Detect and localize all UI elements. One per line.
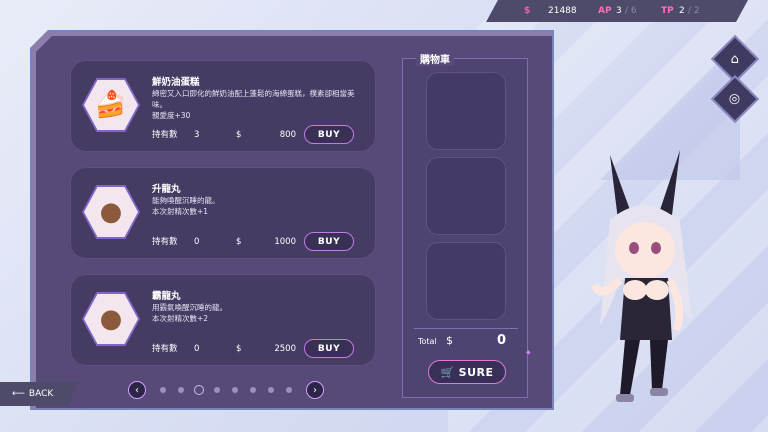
- qty-label: 持有數: [152, 344, 178, 354]
- buy-button[interactable]: BUY: [304, 125, 354, 144]
- pagination: ‹ ›: [128, 381, 328, 399]
- item-description: 綿密又入口即化的鮮奶油配上蓬鬆的海綿蛋糕，樸素卻相當美味。 親愛度+30: [152, 89, 355, 120]
- item-card: ● 升龍丸 能夠喚醒沉睡的龍。 本次射精次數+1 持有數 0 $ 1000 BU…: [70, 167, 376, 259]
- pill-icon: ●: [84, 187, 138, 237]
- qty-value: 0: [194, 237, 200, 247]
- item-name: 升龍丸: [152, 184, 181, 195]
- buy-button[interactable]: BUY: [304, 339, 354, 358]
- shop-icon: ⌂: [730, 51, 740, 67]
- buy-button[interactable]: BUY: [304, 232, 354, 251]
- next-page-button[interactable]: ›: [306, 381, 324, 399]
- page-dot[interactable]: [250, 387, 256, 393]
- prev-page-button[interactable]: ‹: [128, 381, 146, 399]
- ap-value: 3: [616, 6, 622, 16]
- divider: [414, 328, 518, 329]
- item-icon-frame: 🍰: [82, 78, 140, 132]
- chest-left: [623, 280, 647, 300]
- shoe-left: [616, 394, 634, 402]
- page-dot[interactable]: [178, 387, 184, 393]
- stats-bar: $ 21488 AP 3 / 6 TP 2 / 2: [486, 0, 748, 22]
- qty-value: 3: [194, 130, 200, 140]
- back-label: BACK: [28, 389, 54, 399]
- item-card: ● 霸龍丸 用霸氣喚醒沉睡的龍。 本次射精次數+2 持有數 0 $ 2500 B…: [70, 274, 376, 366]
- page-dot[interactable]: [214, 387, 220, 393]
- qty-label: 持有數: [152, 130, 178, 140]
- cart-slot[interactable]: [426, 157, 506, 235]
- leg-left: [620, 340, 640, 395]
- back-arrow-icon: ⟵: [12, 389, 25, 399]
- cart-slot[interactable]: [426, 72, 506, 150]
- ap-max: / 6: [625, 6, 637, 16]
- item-description: 能夠喚醒沉睡的龍。 本次射精次數+1: [152, 196, 220, 216]
- price-value: 800: [279, 130, 296, 140]
- character-illustration: [591, 150, 692, 402]
- total-dollar: $: [446, 334, 453, 347]
- shoe-right: [650, 388, 668, 396]
- cart-slot[interactable]: [426, 242, 506, 320]
- sure-label: SURE: [458, 365, 494, 379]
- page-dot-active[interactable]: [194, 385, 204, 395]
- sparkle-icon: ◆: [526, 349, 531, 356]
- eye-right: [651, 242, 661, 254]
- item-description: 用霸氣喚醒沉睡的龍。 本次射精次數+2: [152, 303, 227, 323]
- face: [615, 222, 675, 278]
- sure-button[interactable]: 🛒 SURE: [428, 360, 506, 384]
- tp-max: / 2: [688, 6, 700, 16]
- gallery-icon: ◎: [729, 91, 741, 107]
- eye-left: [629, 242, 639, 254]
- qty-label: 持有數: [152, 237, 178, 247]
- item-icon-frame: ●: [82, 185, 140, 239]
- bunny-ear-right: [660, 150, 680, 215]
- cart-icon: 🛒: [440, 365, 455, 379]
- cake-icon: 🍰: [84, 80, 138, 130]
- chest-right: [645, 280, 669, 300]
- qty-value: 0: [194, 344, 200, 354]
- ap-label: AP: [598, 6, 612, 16]
- tp-value: 2: [679, 6, 685, 16]
- money-icon: $: [524, 6, 531, 16]
- price-dollar: $: [236, 344, 242, 354]
- cart-title: 購物車: [416, 51, 454, 66]
- item-icon-frame: ●: [82, 292, 140, 346]
- price-value: 2500: [274, 344, 296, 354]
- item-name: 鮮奶油蛋糕: [152, 77, 200, 88]
- page-dot[interactable]: [286, 387, 292, 393]
- leg-right: [650, 340, 668, 390]
- price-value: 1000: [274, 237, 296, 247]
- page-dot[interactable]: [232, 387, 238, 393]
- tp-label: TP: [661, 6, 674, 16]
- price-dollar: $: [236, 130, 242, 140]
- back-button[interactable]: ⟵ BACK: [0, 382, 78, 406]
- page-dot[interactable]: [268, 387, 274, 393]
- page-dot[interactable]: [160, 387, 166, 393]
- total-label: Total: [418, 337, 437, 346]
- price-dollar: $: [236, 237, 242, 247]
- item-name: 霸龍丸: [152, 291, 181, 302]
- money-value: 21488: [548, 6, 577, 16]
- total-value: 0: [496, 333, 506, 348]
- item-card: 🍰 鮮奶油蛋糕 綿密又入口即化的鮮奶油配上蓬鬆的海綿蛋糕，樸素卻相當美味。 親愛…: [70, 60, 376, 152]
- pill-icon: ●: [84, 294, 138, 344]
